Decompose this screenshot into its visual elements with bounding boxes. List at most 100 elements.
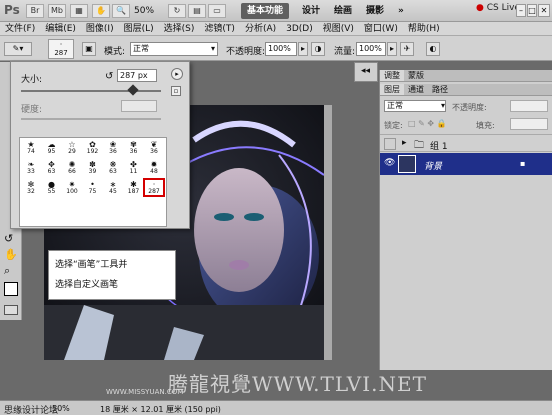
workspace-painting[interactable]: 绘画 (328, 3, 358, 19)
brush-preset-12[interactable]: ✤ 11 (125, 160, 143, 175)
status-zoom[interactable]: 50% (52, 404, 70, 413)
tab-masks[interactable]: 蒙版 (404, 70, 428, 81)
tab-adjustments[interactable]: 调整 (380, 70, 404, 81)
brush-panel-toggle-icon[interactable]: ▣ (82, 42, 96, 56)
size-pressure-icon[interactable]: ◐ (426, 42, 440, 56)
opacity-input[interactable]: 100% (265, 42, 297, 56)
arrange-documents-icon[interactable]: ▤ (188, 4, 206, 18)
menu-select[interactable]: 选择(S) (159, 22, 200, 35)
brush-preset-19[interactable]: ✱ 187 (125, 180, 143, 195)
opacity-pressure-icon[interactable]: ◑ (311, 42, 325, 56)
brush-preset-4[interactable]: ❀ 36 (104, 140, 122, 155)
brush-preset-6[interactable]: ❦ 36 (145, 140, 163, 155)
create-preset-icon[interactable]: ▫ (171, 86, 181, 96)
layer-opacity-input[interactable] (510, 100, 548, 112)
fill-input[interactable] (510, 118, 548, 130)
size-input[interactable]: 287 px (117, 69, 157, 82)
brush-preset-5[interactable]: ✾ 36 (125, 140, 143, 155)
menu-edit[interactable]: 编辑(E) (40, 22, 81, 35)
size-slider-knob[interactable] (127, 84, 139, 96)
hardness-input[interactable] (121, 100, 157, 112)
hand-tool-icon[interactable]: ✋ (4, 248, 18, 261)
tab-channels[interactable]: 通道 (404, 84, 428, 95)
brush-preset-16[interactable]: ✷ 100 (63, 180, 81, 195)
brush-preset-1[interactable]: ☁ 95 (43, 140, 61, 155)
expand-triangle-icon[interactable]: ▸ (402, 138, 407, 148)
screen-mode-icon[interactable]: ▭ (208, 4, 226, 18)
zoom-level[interactable]: 50% (134, 6, 154, 16)
brush-tool-preset-icon[interactable]: ✎▾ (4, 42, 32, 56)
brush-preset-14[interactable]: ✻ 32 (22, 180, 40, 195)
workspace-photography[interactable]: 摄影 (360, 3, 390, 19)
chevron-down-icon: ▾ (440, 101, 445, 110)
layer-row-background[interactable]: 👁 背景 ▪ (380, 153, 552, 175)
menu-3d[interactable]: 3D(D) (281, 22, 318, 35)
menu-image[interactable]: 图像(I) (81, 22, 119, 35)
bridge-icon[interactable]: Br (26, 4, 44, 18)
brush-preset-15[interactable]: ● 55 (43, 180, 61, 195)
brush-size-label: 66 (68, 168, 76, 175)
close-button[interactable]: ✕ (538, 4, 550, 17)
menu-layer[interactable]: 图层(L) (119, 22, 159, 35)
collapsed-panel-strip: ◂◂ (354, 62, 378, 82)
brush-preset-10[interactable]: ✽ 39 (84, 160, 102, 175)
flow-input[interactable]: 100% (356, 42, 386, 56)
brush-preset-0[interactable]: ★ 74 (22, 140, 40, 155)
airbrush-icon[interactable]: ✈ (400, 42, 414, 56)
workspace-design[interactable]: 设计 (296, 3, 326, 19)
menu-help[interactable]: 帮助(H) (403, 22, 445, 35)
eye-icon[interactable]: 👁 (384, 158, 395, 168)
brush-preset-13[interactable]: ✹ 48 (145, 160, 163, 175)
grid-icon[interactable]: ▦ (70, 4, 88, 18)
maximize-button[interactable]: □ (527, 4, 537, 17)
workspace-essentials[interactable]: 基本功能 (241, 3, 290, 19)
brush-preset-20[interactable]: · 287 (143, 178, 165, 197)
menu-analysis[interactable]: 分析(A) (240, 22, 281, 35)
zoom-tool-icon[interactable]: 🔍 (112, 4, 130, 18)
minimize-button[interactable]: – (516, 4, 526, 17)
reset-size-icon[interactable]: ↺ (105, 71, 113, 82)
menu-bar: 文件(F) 编辑(E) 图像(I) 图层(L) 选择(S) 滤镜(T) 分析(A… (0, 22, 552, 36)
visibility-toggle[interactable] (384, 138, 396, 150)
tab-layers[interactable]: 图层 (380, 84, 404, 95)
menu-file[interactable]: 文件(F) (0, 22, 40, 35)
rotate-view-icon[interactable]: ↻ (168, 4, 186, 18)
opacity-dropdown-icon[interactable]: ▸ (298, 42, 308, 56)
status-bar: 思缘设计论坛 50% 18 厘米 × 12.01 厘米 (150 ppi) (0, 400, 552, 415)
panel-collapse-icon[interactable]: ◂◂ (361, 66, 370, 76)
lock-icons[interactable]: □ ✎ ✥ 🔒 (408, 119, 447, 128)
minibridge-icon[interactable]: Mb (48, 4, 66, 18)
mode-select[interactable]: 正常 ▾ (130, 42, 218, 56)
document-info: 18 厘米 × 12.01 厘米 (150 ppi) (100, 405, 221, 414)
brush-preset-picker[interactable]: · 287 (48, 39, 74, 59)
brush-preset-9[interactable]: ✺ 66 (63, 160, 81, 175)
hand-tool-icon[interactable]: ✋ (92, 4, 110, 18)
hardness-slider-track[interactable] (21, 118, 161, 120)
cs-live[interactable]: ● CS Live (476, 3, 520, 13)
brush-size-label: 192 (86, 148, 99, 155)
quick-mask-icon[interactable] (4, 305, 18, 315)
brush-preset-8[interactable]: ✥ 63 (43, 160, 61, 175)
size-slider-track[interactable] (21, 90, 161, 92)
blend-mode-select[interactable]: 正常 ▾ (384, 100, 446, 112)
flow-dropdown-icon[interactable]: ▸ (387, 42, 397, 56)
brush-preset-3[interactable]: ✿ 192 (84, 140, 102, 155)
brush-preset-18[interactable]: ∗ 45 (104, 180, 122, 195)
brush-preset-11[interactable]: ❋ 63 (104, 160, 122, 175)
rotate-view-tool-icon[interactable]: ↺ (4, 232, 13, 245)
mode-value: 正常 (133, 44, 149, 53)
menu-filter[interactable]: 滤镜(T) (199, 22, 240, 35)
layer-row-group[interactable]: ▸ 🗀 组 1 (380, 134, 552, 152)
foreground-color-swatch[interactable] (4, 282, 18, 296)
brush-preset-7[interactable]: ❧ 33 (22, 160, 40, 175)
brush-size-label: 45 (109, 188, 117, 195)
tab-paths[interactable]: 路径 (428, 84, 452, 95)
zoom-tool-icon[interactable]: ⌕ (4, 264, 10, 278)
vertical-scrollbar[interactable] (324, 105, 332, 360)
panel-menu-icon[interactable]: ▸ (171, 68, 183, 80)
workspace-more[interactable]: » (392, 3, 410, 19)
menu-window[interactable]: 窗口(W) (359, 22, 403, 35)
brush-preset-17[interactable]: • 75 (84, 180, 102, 195)
brush-preset-2[interactable]: ☆ 29 (63, 140, 81, 155)
menu-view[interactable]: 视图(V) (318, 22, 359, 35)
